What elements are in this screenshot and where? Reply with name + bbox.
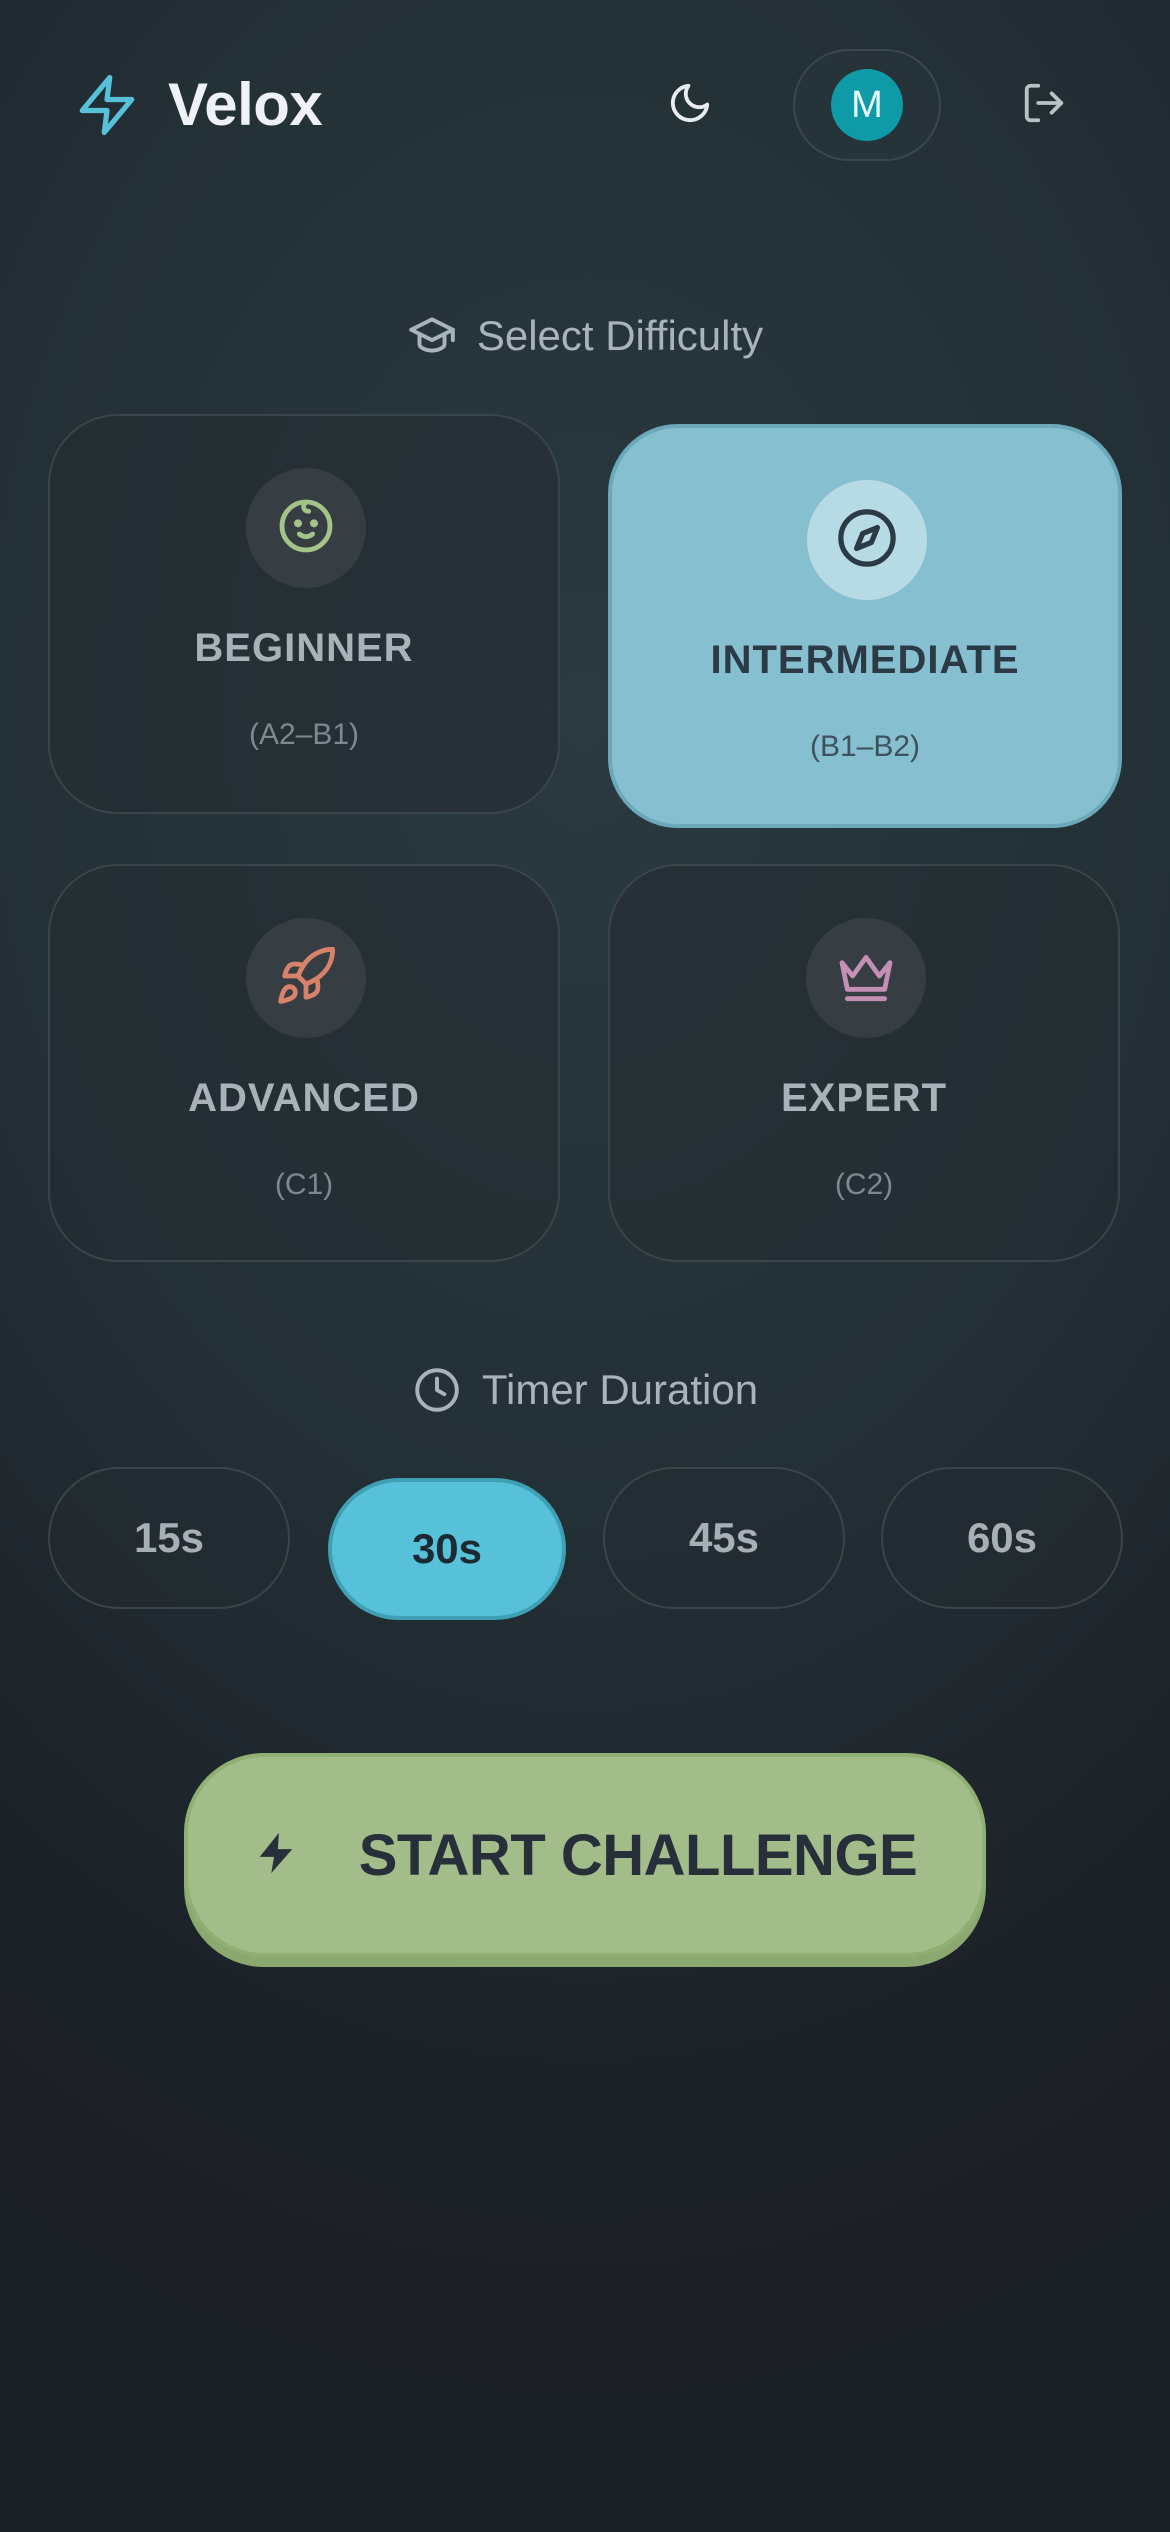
advanced-icon-circle bbox=[246, 918, 366, 1038]
logout-icon bbox=[1021, 80, 1067, 131]
user-menu-button[interactable]: M bbox=[793, 49, 941, 161]
timer-heading-text: Timer Duration bbox=[481, 1366, 759, 1413]
advanced-range: (C1) bbox=[274, 1168, 334, 1201]
expert-label: EXPERT bbox=[780, 1076, 948, 1120]
start-challenge-button[interactable]: START CHALLENGE bbox=[184, 1753, 986, 1957]
difficulty-card-intermediate[interactable]: INTERMEDIATE (B1–B2) bbox=[608, 424, 1122, 828]
timer-heading: Timer Duration bbox=[0, 1360, 1170, 1420]
baby-face-icon bbox=[274, 494, 338, 563]
difficulty-card-beginner[interactable]: BEGINNER (A2–B1) bbox=[48, 414, 560, 814]
bolt-icon bbox=[253, 1826, 299, 1885]
start-challenge-label: START CHALLENGE bbox=[358, 1822, 918, 1888]
logout-button[interactable] bbox=[1012, 74, 1076, 136]
intermediate-label: INTERMEDIATE bbox=[710, 638, 1020, 682]
difficulty-heading-text: Select Difficulty bbox=[476, 312, 764, 359]
clock-icon bbox=[412, 1365, 462, 1415]
beginner-label: BEGINNER bbox=[194, 626, 414, 670]
moon-icon bbox=[667, 80, 713, 131]
intermediate-range: (B1–B2) bbox=[809, 730, 921, 763]
app-name: Velox bbox=[168, 71, 323, 138]
crown-icon bbox=[834, 944, 898, 1013]
timer-option-60s[interactable]: 60s bbox=[881, 1467, 1123, 1609]
timer-option-30s[interactable]: 30s bbox=[328, 1478, 566, 1620]
difficulty-card-expert[interactable]: EXPERT (C2) bbox=[608, 864, 1120, 1262]
expert-range: (C2) bbox=[834, 1168, 894, 1201]
difficulty-heading: Select Difficulty bbox=[0, 306, 1170, 366]
theme-toggle-button[interactable] bbox=[656, 74, 724, 136]
intermediate-icon-circle bbox=[807, 480, 927, 600]
timer-option-45s[interactable]: 45s bbox=[603, 1467, 845, 1609]
advanced-label: ADVANCED bbox=[188, 1076, 420, 1120]
beginner-icon-circle bbox=[246, 468, 366, 588]
timer-option-15s[interactable]: 15s bbox=[48, 1467, 290, 1609]
difficulty-card-advanced[interactable]: ADVANCED (C1) bbox=[48, 864, 560, 1262]
rocket-icon bbox=[274, 944, 338, 1013]
logo-bolt-icon bbox=[74, 70, 140, 140]
compass-icon bbox=[834, 505, 900, 576]
avatar: M bbox=[831, 69, 903, 141]
expert-icon-circle bbox=[806, 918, 926, 1038]
beginner-range: (A2–B1) bbox=[248, 718, 360, 751]
graduation-cap-icon bbox=[407, 311, 457, 361]
